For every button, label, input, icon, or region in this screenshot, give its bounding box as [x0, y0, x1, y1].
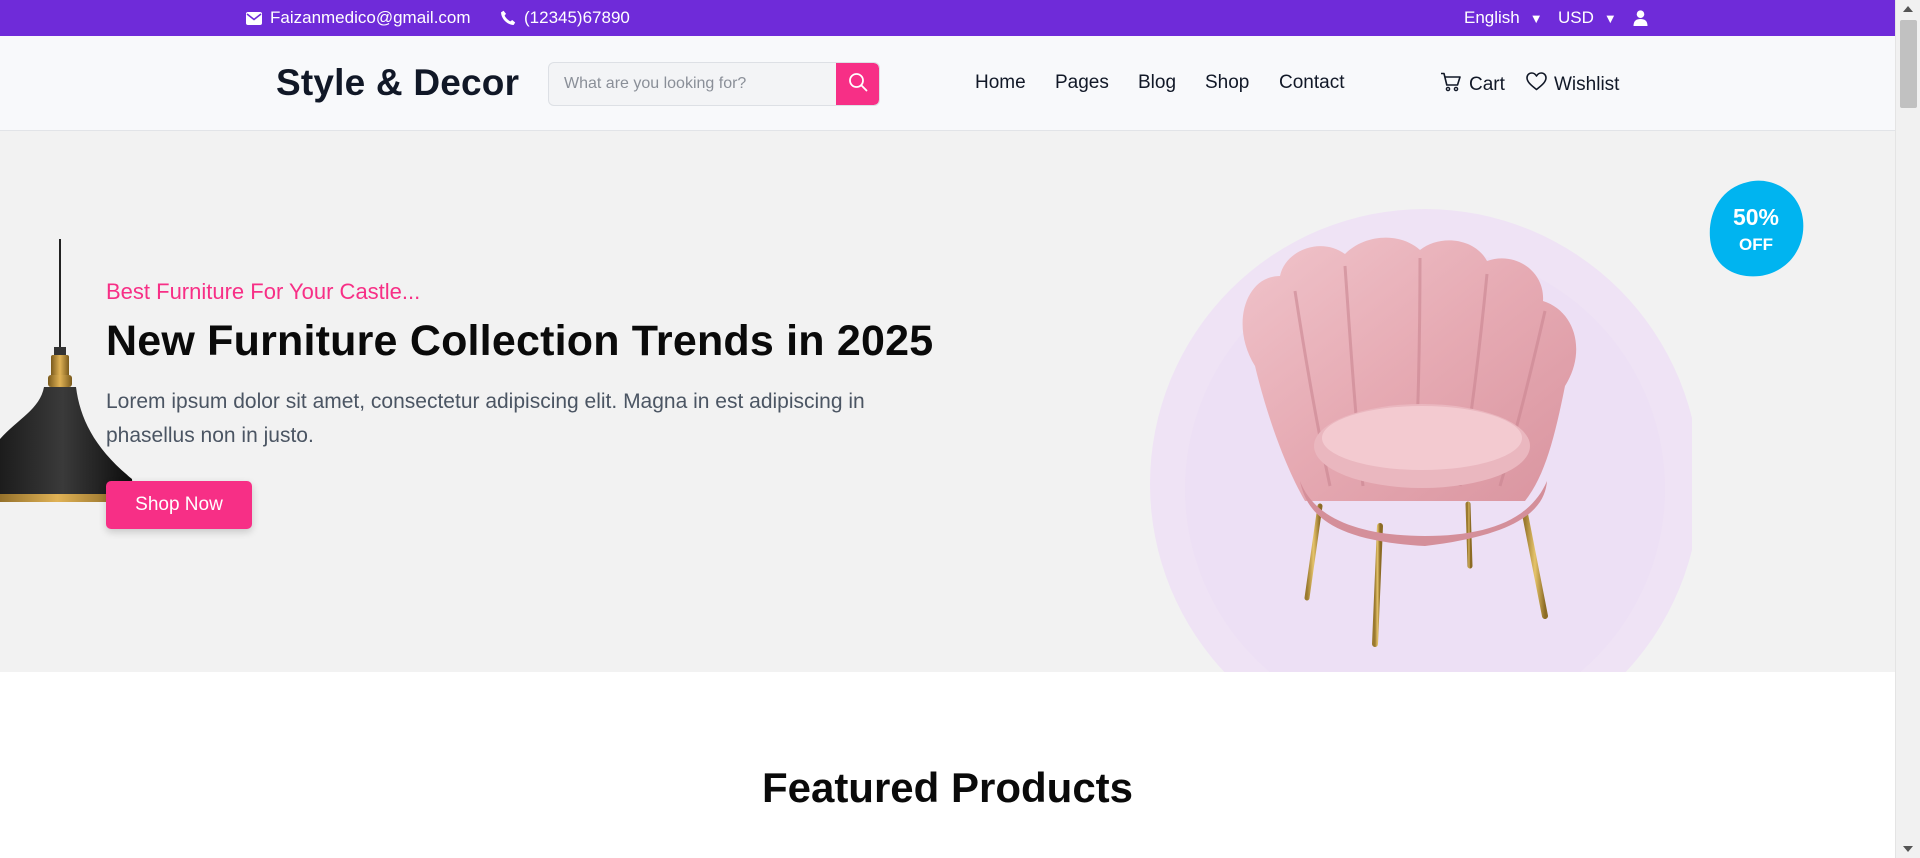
phone-contact[interactable]: (12345)67890 — [500, 0, 630, 36]
top-bar: Faizanmedico@gmail.com (12345)67890 Engl… — [0, 0, 1895, 36]
currency-select[interactable]: USD ▼ — [1558, 0, 1617, 36]
hero-banner: Best Furniture For Your Castle... New Fu… — [0, 131, 1895, 672]
hero-description: Lorem ipsum dolor sit amet, consectetur … — [106, 390, 865, 447]
envelope-icon — [246, 11, 262, 25]
nav-shop[interactable]: Shop — [1205, 72, 1249, 94]
nav-home[interactable]: Home — [975, 72, 1026, 94]
wishlist-link[interactable]: Wishlist — [1526, 72, 1619, 97]
search-bar — [548, 62, 880, 106]
hero-tagline: Best Furniture For Your Castle... — [106, 279, 421, 304]
search-button[interactable] — [836, 63, 879, 105]
phone-text: (12345)67890 — [524, 8, 630, 27]
cart-label: Cart — [1469, 74, 1505, 95]
email-text: Faizanmedico@gmail.com — [270, 8, 471, 27]
language-select[interactable]: English ▼ — [1464, 0, 1543, 36]
hero-title: New Furniture Collection Trends in 2025 — [106, 317, 934, 365]
chevron-down-icon: ▼ — [1529, 10, 1543, 26]
language-label: English — [1464, 8, 1520, 27]
main-header: Style & Decor Home Pages Blog Shop Conta… — [0, 36, 1895, 131]
user-account-button[interactable] — [1633, 0, 1648, 36]
badge-percent: 50% — [1732, 204, 1780, 230]
nav-contact[interactable]: Contact — [1279, 72, 1344, 94]
user-icon — [1633, 10, 1648, 26]
scroll-up-arrow-icon[interactable] — [1903, 6, 1913, 12]
brand-logo[interactable]: Style & Decor — [276, 62, 519, 104]
phone-icon — [500, 10, 516, 26]
wishlist-label: Wishlist — [1554, 73, 1620, 95]
chevron-down-icon: ▼ — [1603, 10, 1617, 26]
heart-icon — [1526, 72, 1547, 97]
page-scrollbar[interactable] — [1895, 0, 1920, 858]
nav-pages[interactable]: Pages — [1055, 72, 1109, 94]
featured-products-heading: Featured Products — [761, 764, 1134, 811]
scroll-down-arrow-icon[interactable] — [1903, 846, 1913, 852]
pink-armchair-image — [1242, 237, 1577, 647]
cart-icon — [1440, 72, 1462, 98]
scrollbar-thumb[interactable] — [1900, 20, 1917, 108]
shop-now-button[interactable]: Shop Now — [106, 481, 252, 529]
search-input[interactable] — [549, 63, 838, 105]
badge-off: OFF — [1739, 235, 1773, 254]
cart-link[interactable]: Cart — [1440, 72, 1505, 98]
nav-blog[interactable]: Blog — [1138, 72, 1176, 94]
email-contact[interactable]: Faizanmedico@gmail.com — [246, 0, 471, 36]
discount-badge: 50% OFF — [1708, 180, 1804, 277]
currency-label: USD — [1558, 8, 1594, 27]
search-icon — [848, 72, 868, 97]
